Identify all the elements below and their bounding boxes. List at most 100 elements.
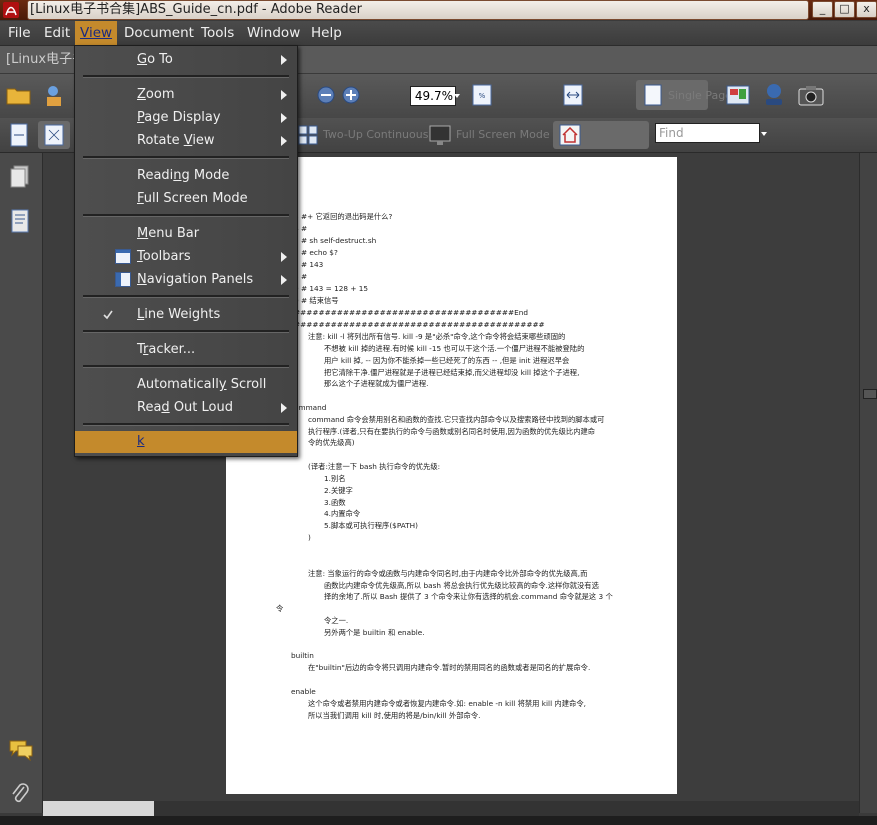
submenu-arrow-icon xyxy=(281,252,287,262)
vertical-scroll-thumb[interactable] xyxy=(863,389,877,399)
view-menu-dropdown: Go To Zoom Page Display Rotate View Read… xyxy=(74,45,298,457)
status-bar xyxy=(0,816,877,825)
menu-file[interactable]: File xyxy=(3,21,36,45)
page-text-line: ########################################… xyxy=(294,320,545,329)
view-menu-full-screen-mode[interactable]: Full Screen Mode xyxy=(75,188,297,210)
presentation-icon[interactable] xyxy=(726,85,750,105)
page-text-line: 所以当我们调用 kill 时,使用的将是/bin/kill 外部命令. xyxy=(308,711,481,720)
mnemonic-letter: T xyxy=(137,249,143,264)
page-text-line: 0 # 结束信号 xyxy=(294,296,339,305)
full-screen-icon[interactable] xyxy=(429,124,451,146)
submenu-arrow-icon xyxy=(281,90,287,100)
menu-item-label: Reading Mode xyxy=(137,168,230,183)
view-menu-rotate-view[interactable]: Rotate View xyxy=(75,130,297,152)
view-menu-zoom[interactable]: Zoom xyxy=(75,84,297,106)
menu-item-label: Go To xyxy=(137,52,173,67)
horizontal-scroll-thumb[interactable] xyxy=(43,801,154,816)
bookmarks-panel-icon[interactable] xyxy=(9,209,31,233)
find-input[interactable]: Find xyxy=(655,123,760,143)
view-menu-tracker[interactable]: Tracker... xyxy=(75,339,297,361)
menu-item-label: Full Screen Mode xyxy=(137,191,248,206)
view-menu-toolbars[interactable]: Toolbars xyxy=(75,246,297,268)
menu-item-label: Toolbars xyxy=(137,249,191,264)
page-text-line: enable xyxy=(291,687,316,696)
page-text-line: 这个命令或者禁用内建命令或者恢复内建命令.如: enable -n kill 将… xyxy=(308,699,586,708)
full-screen-mode-label[interactable]: Full Screen Mode xyxy=(456,128,550,141)
page-text-line: 5 # sh self-destruct.sh xyxy=(294,236,377,245)
navigation-panels-icon xyxy=(115,272,131,287)
menu-edit[interactable]: Edit xyxy=(39,21,75,45)
page-text-line: 令的优先级高) xyxy=(308,438,355,447)
close-button[interactable]: x xyxy=(856,1,877,18)
menu-separator xyxy=(83,295,289,298)
zoom-dropdown-icon[interactable] xyxy=(454,94,460,98)
snapshot-camera-icon[interactable] xyxy=(798,84,824,106)
share-icon[interactable] xyxy=(44,84,68,108)
page-text-line: 注意: kill -l 将列出所有信号. kill -9 是"必杀"命令,这个命… xyxy=(308,332,566,341)
navigation-panel xyxy=(0,153,43,813)
view-menu-reading-mode[interactable]: Reading Mode xyxy=(75,165,297,187)
page-text-line: 3.函数 xyxy=(324,498,346,507)
mnemonic-letter: r xyxy=(143,342,149,357)
menu-item-label: Rotate View xyxy=(137,133,215,148)
pages-panel-icon[interactable] xyxy=(9,165,31,189)
horizontal-scrollbar[interactable] xyxy=(43,801,859,816)
mnemonic-letter: L xyxy=(137,307,145,322)
menu-item-label: Page Display xyxy=(137,110,221,125)
menu-window[interactable]: Window xyxy=(242,21,305,45)
attachments-paperclip-icon[interactable] xyxy=(10,781,30,805)
page-text-line: 令 xyxy=(276,604,284,613)
page-text-line: 4.内置命令 xyxy=(324,509,361,518)
menu-item-label: Automatically Scroll xyxy=(137,377,267,392)
title-bar: [Linux电子书合集]ABS_Guide_cn.pdf - Adobe Rea… xyxy=(0,0,877,20)
page-text-line: 注意: 当象运行的命令或函数与内建命令同名时,由于内建命令比外部命令的优先级高,… xyxy=(308,569,588,578)
fit-page-icon[interactable] xyxy=(8,123,30,147)
stamp-icon[interactable] xyxy=(763,83,785,107)
view-menu-line-weights[interactable]: Line Weights xyxy=(75,304,297,326)
view-menu-read-out-loud[interactable]: Read Out Loud xyxy=(75,397,297,419)
mnemonic-letter: F xyxy=(137,191,144,206)
open-folder-icon[interactable] xyxy=(6,84,32,106)
find-dropdown-icon[interactable] xyxy=(761,132,767,136)
view-menu-automatically-scroll[interactable]: Automatically Scroll xyxy=(75,374,297,396)
mnemonic-letter: V xyxy=(183,133,193,148)
menu-separator xyxy=(83,75,289,78)
mnemonic-letter: P xyxy=(137,110,145,125)
minimize-button[interactable]: _ xyxy=(812,1,833,18)
toolbars-icon xyxy=(115,249,131,264)
two-up-icon[interactable] xyxy=(298,125,318,145)
fit-visible-icon xyxy=(44,124,64,146)
zoom-level-input[interactable]: 49.7% xyxy=(410,86,456,106)
actual-size-icon[interactable]: % xyxy=(472,84,492,106)
view-menu-goto[interactable]: Go To xyxy=(75,49,297,71)
page-text-line: 1.别名 xyxy=(324,474,346,483)
menu-separator xyxy=(83,365,289,368)
menu-document[interactable]: Document xyxy=(119,21,199,45)
zoom-in-icon[interactable] xyxy=(342,86,360,104)
mnemonic-letter: y xyxy=(218,377,227,392)
vertical-scrollbar[interactable] xyxy=(859,153,877,813)
view-menu-menu-bar[interactable]: Menu Bar xyxy=(75,223,297,245)
menu-item-label: Zoom xyxy=(137,87,175,102)
view-menu-page-display[interactable]: Page Display xyxy=(75,107,297,129)
menu-help[interactable]: Help xyxy=(306,21,347,45)
menu-tools[interactable]: Tools xyxy=(196,21,239,45)
fit-width-icon[interactable] xyxy=(563,84,583,106)
menu-item-label: k xyxy=(137,431,145,453)
maximize-button[interactable]: □ xyxy=(834,1,855,18)
home-icon xyxy=(559,124,581,146)
mnemonic-letter: n xyxy=(173,168,182,183)
menu-bar: File Edit View Document Tools Window Hel… xyxy=(0,21,877,46)
view-menu-highlighted-item[interactable]: k xyxy=(75,431,297,453)
zoom-out-icon[interactable] xyxy=(317,86,335,104)
submenu-arrow-icon xyxy=(281,113,287,123)
mnemonic-letter: G xyxy=(137,52,148,67)
two-up-continuous-label[interactable]: Two-Up Continuous xyxy=(323,128,428,141)
menu-view[interactable]: View xyxy=(75,21,118,45)
comments-icon[interactable] xyxy=(8,739,34,761)
mnemonic-letter: d xyxy=(161,400,170,415)
page-text-line: builtin xyxy=(291,651,314,660)
view-menu-navigation-panels[interactable]: Navigation Panels xyxy=(75,269,297,291)
page-text-line: 在"builtin"后边的命令将只调用内建命令.暂时的禁用同名的函数或者是同名的… xyxy=(308,663,591,672)
svg-text:%: % xyxy=(479,92,486,100)
